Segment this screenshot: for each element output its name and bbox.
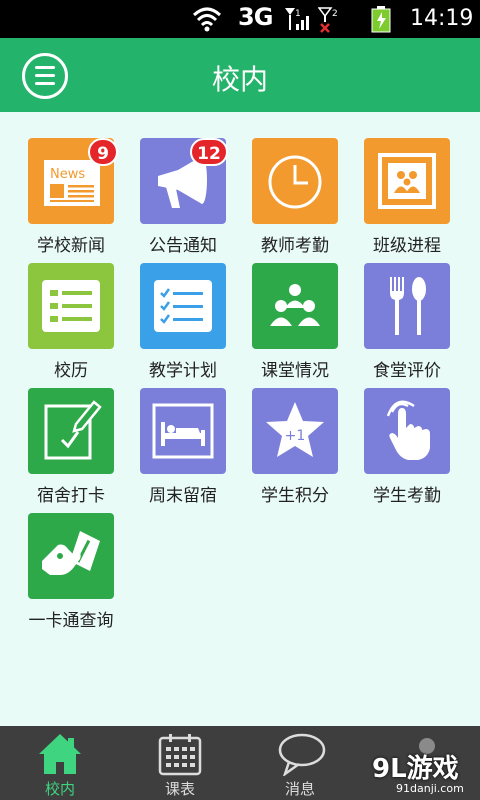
app-school-news[interactable]: News 9 学校新闻 — [28, 138, 140, 256]
class-photo-icon — [364, 138, 450, 224]
calendar-list-icon — [28, 263, 114, 349]
check-in-pen-icon — [28, 388, 114, 474]
app-label: 食堂评价 — [373, 361, 441, 381]
app-label: 学校新闻 — [37, 236, 105, 256]
clock-time: 14:19 — [410, 6, 474, 31]
app-label: 学生积分 — [261, 486, 329, 506]
app-label: 教师考勤 — [261, 236, 329, 256]
app-student-attendance[interactable]: 学生考勤 — [364, 388, 476, 506]
page-title: 校内 — [211, 63, 268, 96]
app-class-progress[interactable]: 班级进程 — [364, 138, 476, 256]
wifi-icon — [192, 7, 222, 32]
app-label: 班级进程 — [373, 236, 441, 256]
app-label: 教学计划 — [149, 361, 217, 381]
app-canteen-review[interactable]: 食堂评价 — [364, 263, 476, 381]
watermark-logo: 9L游戏 — [372, 754, 459, 784]
star-points-text: +1 — [285, 428, 306, 444]
app-school-calendar[interactable]: 校历 — [28, 263, 140, 381]
app-header: 校内 — [0, 38, 480, 112]
calendar-icon — [158, 734, 202, 776]
watermark-url: 91danji.com — [396, 782, 464, 795]
star-plus-one-icon: +1 — [252, 388, 338, 474]
nav-label: 校内 — [44, 780, 75, 798]
nav-label: 消息 — [284, 780, 315, 798]
status-bar: 3G 1 2 14:19 — [0, 0, 480, 38]
watermark: 9L游戏 91danji.com — [358, 744, 480, 800]
app-label: 学生考勤 — [373, 486, 441, 506]
home-icon — [39, 734, 81, 774]
app-campus-card[interactable]: 一卡通查询 — [28, 513, 140, 631]
app-label: 周末留宿 — [149, 486, 217, 506]
app-weekend-stay[interactable]: 周末留宿 — [140, 388, 252, 506]
tab-messages[interactable]: 消息 — [240, 726, 360, 800]
network-type: 3G — [238, 3, 273, 31]
checklist-icon — [140, 263, 226, 349]
app-label: 校历 — [54, 361, 88, 381]
bed-icon — [140, 388, 226, 474]
app-label: 宿舍打卡 — [37, 486, 105, 506]
card-hand-icon — [28, 513, 114, 599]
svg-text:News: News — [50, 167, 85, 182]
unread-badge: 12 — [190, 138, 228, 166]
tab-schedule[interactable]: 课表 — [120, 726, 240, 800]
app-teacher-attendance[interactable]: 教师考勤 — [252, 138, 364, 256]
chat-bubble-icon — [278, 733, 326, 776]
signal-icon: 1 — [285, 8, 309, 30]
battery-charging-icon — [371, 6, 391, 33]
touch-finger-icon — [364, 388, 450, 474]
unread-badge: 9 — [88, 138, 118, 166]
fork-spoon-icon — [364, 263, 450, 349]
app-announcements[interactable]: 12 公告通知 — [140, 138, 252, 256]
app-label: 课堂情况 — [261, 361, 329, 381]
signal-no-service-icon: 2 — [318, 7, 338, 33]
app-label: 公告通知 — [149, 236, 217, 256]
app-label: 一卡通查询 — [28, 611, 114, 631]
classroom-people-icon — [252, 263, 338, 349]
nav-label: 课表 — [164, 780, 195, 798]
svg-text:2: 2 — [332, 9, 338, 19]
clock-icon — [252, 138, 338, 224]
tab-campus[interactable]: 校内 — [0, 726, 120, 800]
app-student-points[interactable]: +1 学生积分 — [252, 388, 364, 506]
app-teaching-plan[interactable]: 教学计划 — [140, 263, 252, 381]
app-dorm-check-in[interactable]: 宿舍打卡 — [28, 388, 140, 506]
svg-text:1: 1 — [295, 9, 301, 19]
app-classroom-status[interactable]: 课堂情况 — [252, 263, 364, 381]
